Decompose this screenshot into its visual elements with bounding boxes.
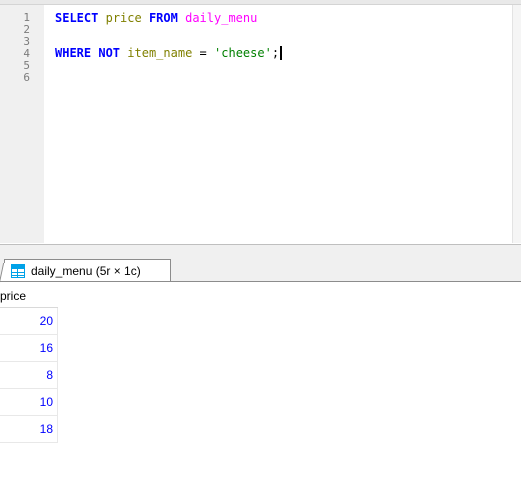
- table-row[interactable]: 10: [0, 389, 58, 416]
- cell-value: 10: [39, 395, 53, 409]
- keyword-not: NOT: [98, 46, 121, 60]
- result-tab-strip: daily_menu (5r × 1c): [0, 244, 521, 282]
- code-line-3[interactable]: WHERE NOT item_name = 'cheese';: [55, 46, 283, 60]
- table-row[interactable]: 18: [0, 416, 58, 443]
- column-header-label: price: [0, 289, 27, 303]
- result-tab-daily-menu[interactable]: daily_menu (5r × 1c): [4, 259, 171, 282]
- cell-value: 8: [46, 368, 53, 382]
- table-row[interactable]: 16: [0, 335, 58, 362]
- keyword-select: SELECT: [55, 11, 99, 25]
- column-identifier: price: [105, 11, 142, 25]
- table-row[interactable]: 20: [0, 308, 58, 335]
- equals-operator: =: [199, 46, 207, 60]
- semicolon: ;: [271, 46, 280, 60]
- column-identifier: item_name: [127, 46, 193, 60]
- line-number-gutter: 1 2 3 4 5 6: [0, 5, 44, 243]
- sql-editor[interactable]: 1 2 3 4 5 6 SELECT price FROM daily_menu…: [0, 5, 512, 243]
- text-caret: [280, 46, 283, 60]
- table-grid-icon: [11, 264, 25, 278]
- cell-value: 20: [39, 314, 53, 328]
- table-row[interactable]: 8: [0, 362, 58, 389]
- code-line-1[interactable]: SELECT price FROM daily_menu: [55, 11, 257, 25]
- table-identifier: daily_menu: [185, 11, 258, 25]
- cell-value: 18: [39, 422, 53, 436]
- result-tab-label: daily_menu (5r × 1c): [31, 264, 141, 278]
- tab-strip-divider: [0, 281, 521, 282]
- line-number: 6: [23, 71, 30, 84]
- string-literal: 'cheese': [214, 46, 272, 60]
- cell-value: 16: [39, 341, 53, 355]
- editor-scrollbar[interactable]: [512, 5, 521, 243]
- keyword-from: FROM: [148, 11, 178, 25]
- keyword-where: WHERE: [55, 46, 92, 60]
- column-header-price[interactable]: price: [0, 285, 58, 308]
